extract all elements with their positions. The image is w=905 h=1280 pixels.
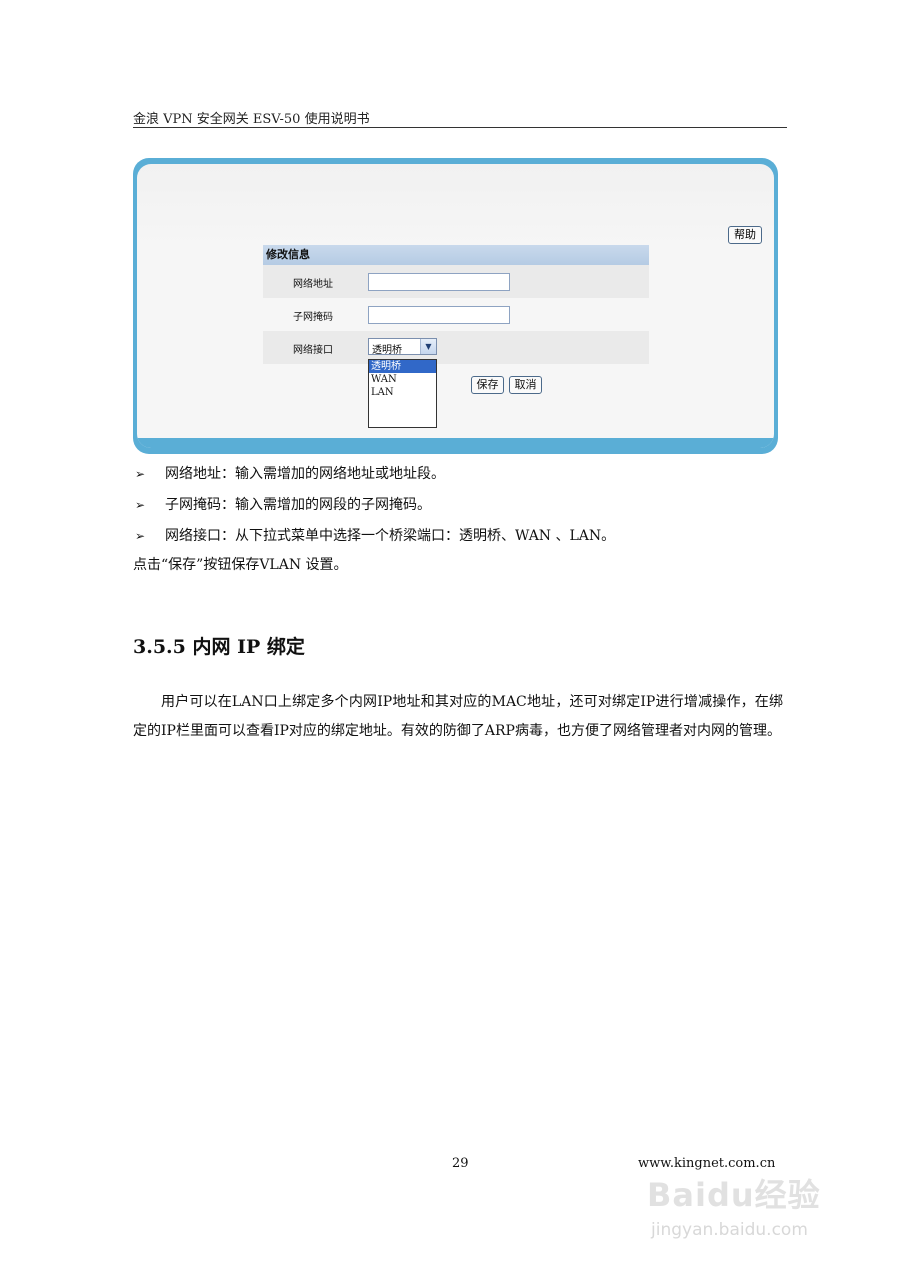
page-header: 金浪 VPN 安全网关 ESV-50 使用说明书 (133, 108, 787, 128)
network-interface-value: 透明桥 (372, 345, 402, 356)
section-title: 3.5.5 内网 IP 绑定 (133, 636, 305, 658)
network-address-label: 网络地址 (293, 279, 333, 290)
footer-url: www.kingnet.com.cn (638, 1156, 776, 1171)
list-item: ➢ 子网掩码：输入需增加的网段的子网掩码。 (133, 494, 793, 525)
subnet-mask-row: 子网掩码 (263, 298, 649, 331)
list-item-text: 网络地址：输入需增加的网络地址或地址段。 (165, 466, 445, 482)
page-number: 29 (452, 1156, 469, 1171)
network-interface-row: 网络接口 透明桥 ▼ (263, 331, 649, 364)
save-note: 点击“保存”按钮保存VLAN 设置。 (133, 557, 348, 573)
network-address-row: 网络地址 (263, 265, 649, 298)
dropdown-option-bridge[interactable]: 透明桥 (369, 360, 436, 373)
network-interface-label: 网络接口 (293, 345, 333, 356)
arrow-bullet-icon: ➢ (135, 529, 146, 543)
screenshot-panel-body: 帮助 修改信息 网络地址 子网掩码 网络接口 透明桥 ▼ 透明桥 WAN LAN… (137, 164, 774, 448)
subnet-mask-input[interactable] (368, 306, 510, 324)
chevron-down-icon[interactable]: ▼ (420, 339, 436, 354)
help-button[interactable]: 帮助 (728, 226, 762, 244)
subnet-mask-label: 子网掩码 (293, 312, 333, 323)
form-title: 修改信息 (263, 245, 649, 265)
document-title: 金浪 VPN 安全网关 ESV-50 使用说明书 (133, 112, 370, 127)
bullet-list: ➢ 网络地址：输入需增加的网络地址或地址段。 ➢ 子网掩码：输入需增加的网段的子… (133, 463, 793, 556)
save-button[interactable]: 保存 (471, 376, 504, 394)
edit-form: 修改信息 网络地址 子网掩码 网络接口 透明桥 ▼ (263, 245, 649, 364)
list-item-text: 子网掩码：输入需增加的网段的子网掩码。 (165, 497, 431, 513)
list-item-text: 网络接口：从下拉式菜单中选择一个桥梁端口：透明桥、WAN 、LAN。 (165, 528, 616, 544)
network-interface-select[interactable]: 透明桥 ▼ (368, 338, 437, 356)
list-item: ➢ 网络地址：输入需增加的网络地址或地址段。 (133, 463, 793, 494)
cancel-button[interactable]: 取消 (509, 376, 542, 394)
dropdown-option-wan[interactable]: WAN (369, 373, 436, 386)
watermark-url: jingyan.baidu.com (651, 1220, 808, 1240)
arrow-bullet-icon: ➢ (135, 498, 146, 512)
network-interface-dropdown: 透明桥 WAN LAN (368, 359, 437, 428)
arrow-bullet-icon: ➢ (135, 467, 146, 481)
body-paragraph: 用户可以在LAN口上绑定多个内网IP地址和其对应的MAC地址，还可对绑定IP进行… (133, 694, 783, 739)
baidu-jingyan-logo: Baidu经验 (647, 1176, 821, 1214)
list-item: ➢ 网络接口：从下拉式菜单中选择一个桥梁端口：透明桥、WAN 、LAN。 (133, 525, 793, 556)
screenshot-panel: 帮助 修改信息 网络地址 子网掩码 网络接口 透明桥 ▼ 透明桥 WAN LAN… (133, 158, 778, 454)
network-address-input[interactable] (368, 273, 510, 291)
dropdown-option-lan[interactable]: LAN (369, 386, 436, 399)
